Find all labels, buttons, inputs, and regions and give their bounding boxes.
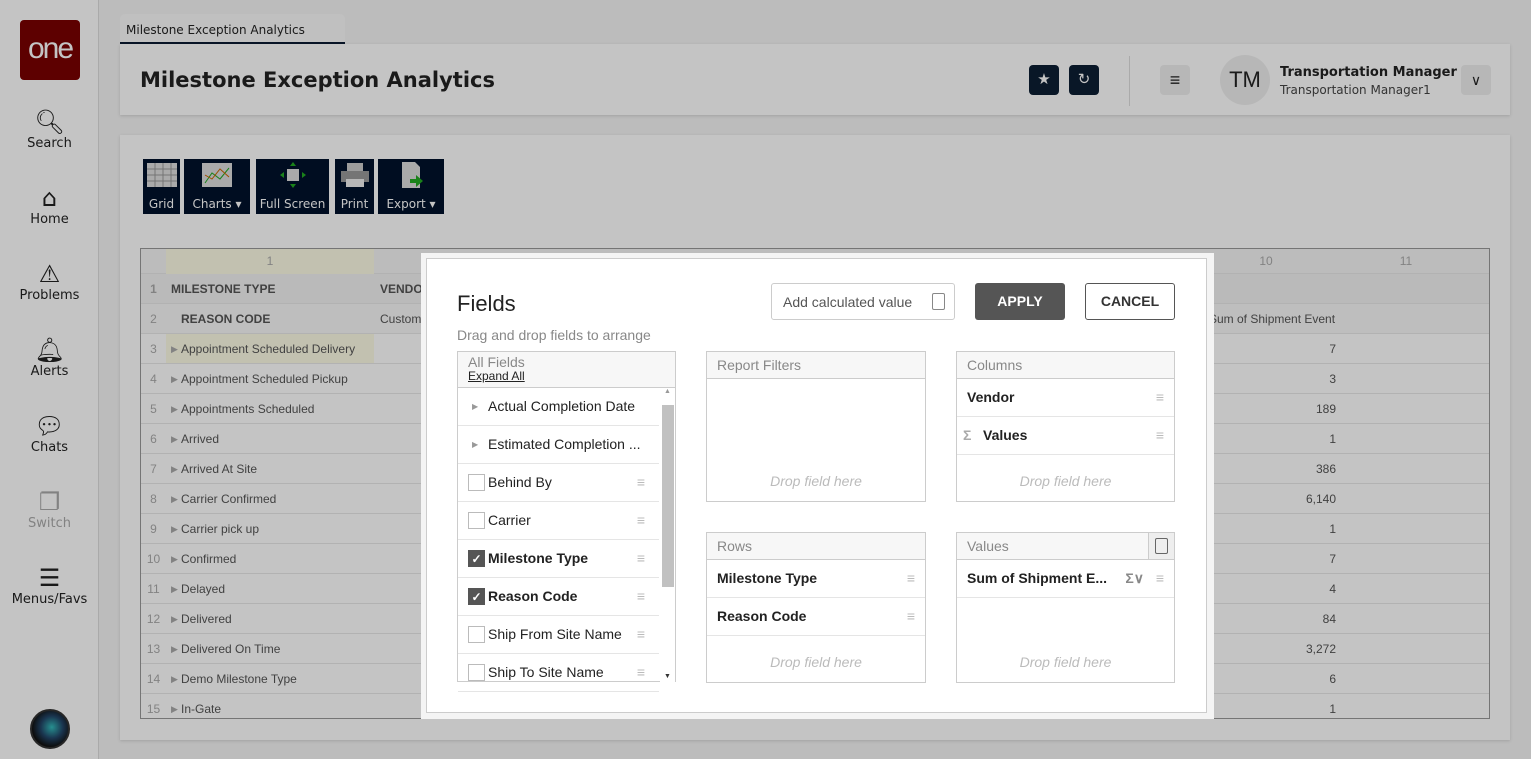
drop-zone[interactable]: Drop field here <box>707 654 925 670</box>
field-list-item[interactable]: ✓ Reason Code ≡ <box>458 578 659 616</box>
field-list-item[interactable]: ▶ Estimated Completion ... <box>458 426 659 464</box>
field-list-item[interactable]: Ship To Site Name ≡ <box>458 654 659 692</box>
calculator-icon <box>932 293 945 310</box>
checkbox[interactable]: ✓ <box>468 588 485 605</box>
cancel-button[interactable]: CANCEL <box>1085 283 1175 320</box>
field-list-item[interactable]: ✓ Milestone Type ≡ <box>458 540 659 578</box>
panel-title: Values <box>967 538 1009 554</box>
drag-handle-icon[interactable]: ≡ <box>637 502 645 539</box>
field-list-item[interactable]: Ship From Site Name ≡ <box>458 616 659 654</box>
field-label: Ship From Site Name <box>488 626 622 642</box>
field-label: Milestone Type <box>488 550 589 566</box>
report-filters-panel: Report Filters Drop field here <box>706 351 926 502</box>
panel-title: All Fields <box>468 354 525 370</box>
fields-dialog: Fields Drag and drop fields to arrange A… <box>421 253 1214 719</box>
panel-title: Report Filters <box>707 352 925 379</box>
field-list-item[interactable]: Behind By ≡ <box>458 464 659 502</box>
drag-handle-icon[interactable]: ≡ <box>1156 417 1164 454</box>
field-label: Carrier <box>488 512 531 528</box>
drag-handle-icon[interactable]: ≡ <box>637 540 645 577</box>
expand-all-link[interactable]: Expand All <box>468 369 665 383</box>
field-sum-of-shipment-event[interactable]: Sum of Shipment E... Σ∨ ≡ <box>957 560 1174 598</box>
drag-handle-icon[interactable]: ≡ <box>637 578 645 615</box>
checkbox[interactable]: ✓ <box>468 550 485 567</box>
field-label: Reason Code <box>488 588 578 604</box>
calculator-icon[interactable] <box>1148 533 1174 559</box>
field-list-item[interactable]: ▶ Actual Completion Date <box>458 388 659 426</box>
field-milestone-type[interactable]: Milestone Type ≡ <box>707 560 925 598</box>
rows-panel: Rows Milestone Type ≡ Reason Code ≡ Drop f… <box>706 532 926 683</box>
panel-header: Values <box>957 533 1174 560</box>
add-calculated-value-button[interactable]: Add calculated value <box>771 283 955 320</box>
dialog-subtitle: Drag and drop fields to arrange <box>457 327 651 343</box>
drop-zone[interactable]: Drop field here <box>957 654 1174 670</box>
values-panel: Values Sum of Shipment E... Σ∨ ≡ Drop fiel… <box>956 532 1175 683</box>
field-vendor[interactable]: Vendor ≡ <box>957 379 1174 417</box>
checkbox[interactable] <box>468 512 485 529</box>
scrollbar[interactable]: ▲ ▼ <box>660 388 675 682</box>
expand-arrow-icon[interactable]: ▶ <box>472 426 478 463</box>
field-label: Behind By <box>488 474 552 490</box>
drop-zone[interactable]: Drop field here <box>707 473 925 489</box>
panel-title: Rows <box>707 533 925 560</box>
aggregation-dropdown-icon[interactable]: Σ∨ <box>1125 560 1144 597</box>
panel-title: Columns <box>957 352 1174 379</box>
drop-zone[interactable]: Drop field here <box>957 473 1174 489</box>
expand-arrow-icon[interactable]: ▶ <box>472 388 478 425</box>
drag-handle-icon[interactable]: ≡ <box>1156 560 1164 597</box>
apply-button[interactable]: APPLY <box>975 283 1065 320</box>
drag-handle-icon[interactable]: ≡ <box>637 654 645 691</box>
drag-handle-icon[interactable]: ≡ <box>637 616 645 653</box>
field-reason-code[interactable]: Reason Code ≡ <box>707 598 925 636</box>
dialog-title: Fields <box>457 291 516 316</box>
checkbox[interactable] <box>468 474 485 491</box>
field-label: Actual Completion Date <box>488 398 636 414</box>
all-fields-panel: All Fields Expand All ▶ Actual Completion … <box>457 351 676 692</box>
field-list-item[interactable]: Carrier ≡ <box>458 502 659 540</box>
checkbox[interactable] <box>468 626 485 643</box>
drag-handle-icon[interactable]: ≡ <box>907 598 915 635</box>
sigma-icon: Σ <box>963 427 972 443</box>
checkbox[interactable] <box>468 664 485 681</box>
drag-handle-icon[interactable]: ≡ <box>637 464 645 501</box>
field-values[interactable]: Σ Values ≡ <box>957 417 1174 455</box>
field-label: Ship To Site Name <box>488 664 604 680</box>
field-label: Estimated Completion ... <box>488 436 641 452</box>
drag-handle-icon[interactable]: ≡ <box>907 560 915 597</box>
drag-handle-icon[interactable]: ≡ <box>1156 379 1164 416</box>
columns-panel: Columns Vendor ≡ Σ Values ≡ Drop field here <box>956 351 1175 502</box>
